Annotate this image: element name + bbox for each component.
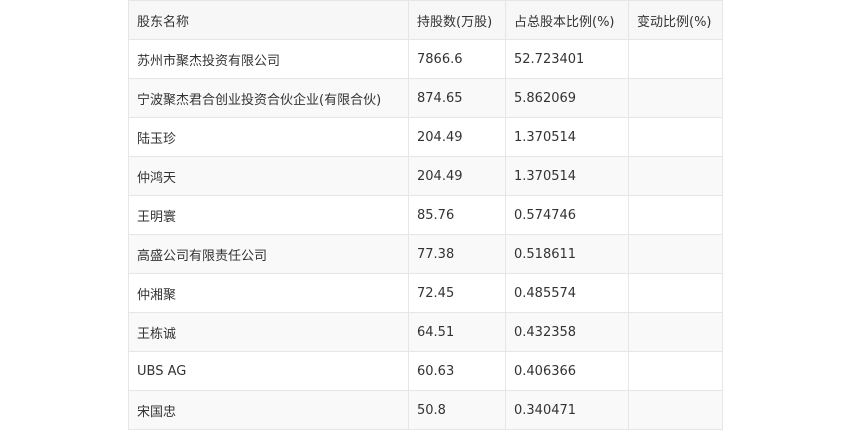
cell-shares-held: 85.76 <box>408 195 506 235</box>
cell-shareholder-name: 高盛公司有限责任公司 <box>128 234 409 274</box>
header-shareholder-name: 股东名称 <box>128 0 409 40</box>
cell-shareholder-name: 王明寰 <box>128 195 409 235</box>
cell-shares-held: 72.45 <box>408 273 506 313</box>
cell-shareholder-name: 仲湘聚 <box>128 273 409 313</box>
cell-share-ratio: 5.862069 <box>505 78 629 118</box>
cell-shareholder-name: 王栋诚 <box>128 312 409 352</box>
cell-shares-held: 60.63 <box>408 351 506 391</box>
table-row: UBS AG 60.63 0.406366 <box>128 351 723 391</box>
table-row: 宋国忠 50.8 0.340471 <box>128 390 723 430</box>
cell-shareholder-name: UBS AG <box>128 351 409 391</box>
cell-share-ratio: 0.432358 <box>505 312 629 352</box>
cell-shares-held: 50.8 <box>408 390 506 430</box>
cell-shareholder-name: 宁波聚杰君合创业投资合伙企业(有限合伙) <box>128 78 409 118</box>
table-row: 王栋诚 64.51 0.432358 <box>128 312 723 352</box>
cell-share-ratio: 0.485574 <box>505 273 629 313</box>
cell-shareholder-name: 陆玉珍 <box>128 117 409 157</box>
cell-shares-held: 64.51 <box>408 312 506 352</box>
shareholder-table: 股东名称 持股数(万股) 占总股本比例(%) 变动比例(%) 苏州市聚杰投资有限… <box>128 0 723 430</box>
header-row: 股东名称 持股数(万股) 占总股本比例(%) 变动比例(%) <box>128 0 723 40</box>
cell-share-ratio: 1.370514 <box>505 156 629 196</box>
cell-change-ratio <box>628 390 723 430</box>
shareholder-table-container: 股东名称 持股数(万股) 占总股本比例(%) 变动比例(%) 苏州市聚杰投资有限… <box>128 0 723 430</box>
cell-shares-held: 7866.6 <box>408 39 506 79</box>
header-change-ratio: 变动比例(%) <box>628 0 723 40</box>
cell-shareholder-name: 苏州市聚杰投资有限公司 <box>128 39 409 79</box>
cell-change-ratio <box>628 312 723 352</box>
cell-share-ratio: 1.370514 <box>505 117 629 157</box>
cell-change-ratio <box>628 117 723 157</box>
header-share-ratio: 占总股本比例(%) <box>505 0 629 40</box>
cell-shareholder-name: 宋国忠 <box>128 390 409 430</box>
table-row: 苏州市聚杰投资有限公司 7866.6 52.723401 <box>128 39 723 79</box>
table-row: 仲湘聚 72.45 0.485574 <box>128 273 723 313</box>
cell-change-ratio <box>628 78 723 118</box>
cell-change-ratio <box>628 195 723 235</box>
cell-shareholder-name: 仲鸿天 <box>128 156 409 196</box>
cell-shares-held: 204.49 <box>408 156 506 196</box>
table-row: 陆玉珍 204.49 1.370514 <box>128 117 723 157</box>
cell-share-ratio: 0.518611 <box>505 234 629 274</box>
table-row: 王明寰 85.76 0.574746 <box>128 195 723 235</box>
cell-change-ratio <box>628 39 723 79</box>
table-row: 宁波聚杰君合创业投资合伙企业(有限合伙) 874.65 5.862069 <box>128 78 723 118</box>
cell-change-ratio <box>628 351 723 391</box>
cell-shares-held: 77.38 <box>408 234 506 274</box>
cell-share-ratio: 52.723401 <box>505 39 629 79</box>
cell-change-ratio <box>628 156 723 196</box>
header-shares-held: 持股数(万股) <box>408 0 506 40</box>
cell-shares-held: 204.49 <box>408 117 506 157</box>
cell-change-ratio <box>628 273 723 313</box>
table-row: 高盛公司有限责任公司 77.38 0.518611 <box>128 234 723 274</box>
cell-change-ratio <box>628 234 723 274</box>
table-header: 股东名称 持股数(万股) 占总股本比例(%) 变动比例(%) <box>128 0 723 40</box>
cell-share-ratio: 0.340471 <box>505 390 629 430</box>
cell-share-ratio: 0.406366 <box>505 351 629 391</box>
cell-share-ratio: 0.574746 <box>505 195 629 235</box>
cell-shares-held: 874.65 <box>408 78 506 118</box>
table-body: 苏州市聚杰投资有限公司 7866.6 52.723401 宁波聚杰君合创业投资合… <box>128 39 723 430</box>
table-row: 仲鸿天 204.49 1.370514 <box>128 156 723 196</box>
